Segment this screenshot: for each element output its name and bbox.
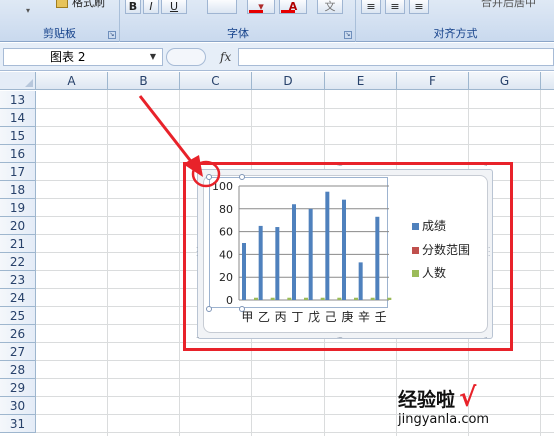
- legend-swatch: [412, 247, 419, 254]
- category-label: 丁: [291, 310, 303, 324]
- bar: [275, 227, 280, 300]
- y-tick-label: 80: [219, 203, 233, 216]
- y-tick-label: 0: [226, 294, 233, 307]
- y-tick-label: 60: [219, 226, 233, 239]
- bar: [287, 297, 292, 300]
- bar: [387, 297, 392, 300]
- bar: [254, 297, 258, 300]
- category-label: 辛: [358, 310, 370, 324]
- bar: [242, 243, 246, 300]
- watermark-text: 经验啦: [398, 389, 456, 411]
- watermark: 经验啦 √ jingyanla.com: [398, 383, 548, 433]
- category-label: 己: [325, 310, 337, 324]
- bar: [375, 216, 380, 300]
- bar: [337, 297, 342, 300]
- bar: [304, 297, 308, 300]
- watermark-url: jingyanla.com: [398, 412, 490, 427]
- y-tick-label: 40: [219, 248, 233, 261]
- bar: [342, 199, 346, 300]
- legend-label: 分数范围: [422, 243, 471, 257]
- bar: [325, 191, 330, 300]
- bar: [258, 225, 263, 300]
- legend-swatch: [412, 270, 419, 277]
- bar: [308, 208, 313, 300]
- bar: [354, 297, 358, 300]
- watermark-title: 经验啦 √: [398, 383, 476, 413]
- y-tick-label: 100: [212, 180, 233, 193]
- watermark-check: √: [459, 383, 477, 413]
- column-chart: 0 20 40 60 80 100 甲乙丙丁戊己庚辛壬: [212, 180, 392, 324]
- category-label: 庚: [341, 309, 353, 324]
- category-label: 戊: [308, 310, 320, 324]
- category-label: 甲: [241, 310, 253, 324]
- category-label: 乙: [258, 310, 270, 324]
- bar: [358, 262, 363, 300]
- bar: [270, 297, 275, 300]
- bar: [320, 297, 325, 300]
- category-label: 壬: [375, 310, 387, 324]
- y-tick-label: 20: [219, 271, 233, 284]
- legend-swatch: [412, 223, 419, 230]
- bar: [370, 297, 375, 300]
- legend-label: 成绩: [422, 219, 447, 233]
- bar: [292, 204, 296, 300]
- excel-window: ▾ 格式刷 剪贴板 ↘ B I U ▾ A 文 字体 ↘ ≡ ≡ ≡ 合并后居中…: [0, 0, 554, 436]
- legend-label: 人数: [422, 266, 447, 280]
- category-label: 丙: [275, 310, 287, 324]
